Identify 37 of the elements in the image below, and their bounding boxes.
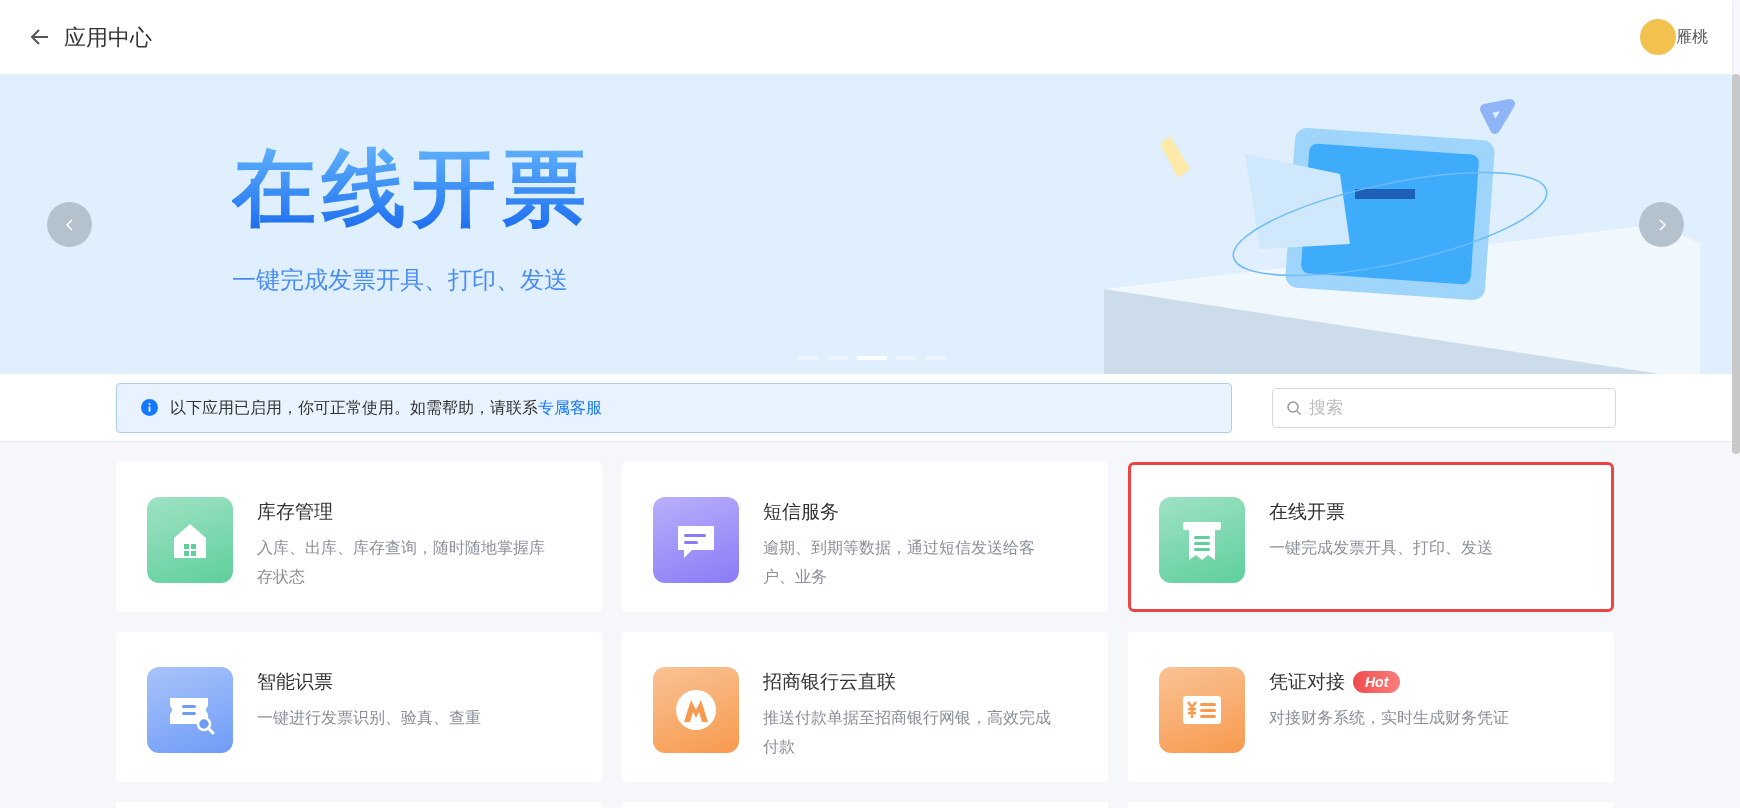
app-card[interactable]: 凭证对接 Hot 对接财务系统，实时生成财务凭证	[1128, 632, 1614, 782]
app-card[interactable]: 在线开票 一键完成发票开具、打印、发送	[1128, 462, 1614, 612]
app-name: 在线开票	[1269, 500, 1345, 524]
receipt-icon	[1183, 522, 1221, 560]
app-description: 对接财务系统，实时生成财务凭证	[1269, 707, 1510, 728]
support-link[interactable]: 专属客服	[538, 395, 602, 420]
page-title: 应用中心	[64, 23, 152, 52]
voucher-icon	[1183, 696, 1221, 724]
app-card[interactable]: 库存管理 入库、出库、库存查询，随时随地掌握库存状态	[116, 462, 602, 612]
bank-logo-icon	[676, 690, 716, 730]
app-card[interactable]: 短信服务 逾期、到期等数据，通过短信发送给客户、业务	[622, 462, 1108, 612]
search-field[interactable]: 搜索	[1272, 387, 1616, 428]
app-card[interactable]: 智能识票 一键进行发票识别、验真、查重	[116, 632, 602, 782]
app-name: 短信服务	[763, 500, 839, 524]
app-description: 一键进行发票识别、验真、查重	[257, 707, 482, 728]
house-icon	[174, 524, 206, 558]
scrollbar[interactable]	[1732, 74, 1740, 454]
app-description: 入库、出库、库存查询，随时随地掌握库存状态	[257, 537, 546, 587]
user-name[interactable]: 雁桃	[1676, 25, 1708, 49]
notice-text: 以下应用已启用，你可正常使用。如需帮助，请联系	[170, 397, 538, 418]
hot-badge: Hot	[1353, 671, 1401, 694]
app-name: 库存管理	[257, 500, 333, 524]
app-name: 凭证对接	[1269, 670, 1345, 694]
app-description: 逾期、到期等数据，通过短信发送给客户、业务	[763, 537, 1036, 587]
next-slide-button[interactable]	[1639, 202, 1684, 247]
info-icon	[141, 399, 158, 416]
app-card[interactable]: 招商银行云直联 推送付款单据至招商银行网银，高效完成付款	[622, 632, 1108, 782]
ticket-search-icon	[170, 698, 215, 735]
message-icon	[678, 526, 714, 558]
avatar[interactable]	[1640, 19, 1676, 55]
app-description: 推送付款单据至招商银行网银，高效完成付款	[763, 707, 1052, 757]
previous-slide-button[interactable]	[47, 202, 92, 247]
app-name: 智能识票	[257, 670, 333, 694]
search-icon	[1286, 399, 1302, 416]
app-description: 一键完成发票开具、打印、发送	[1269, 537, 1494, 558]
app-name: 招商银行云直联	[763, 670, 896, 694]
banner-subtitle: 一键完成发票开具、打印、发送	[232, 265, 569, 295]
